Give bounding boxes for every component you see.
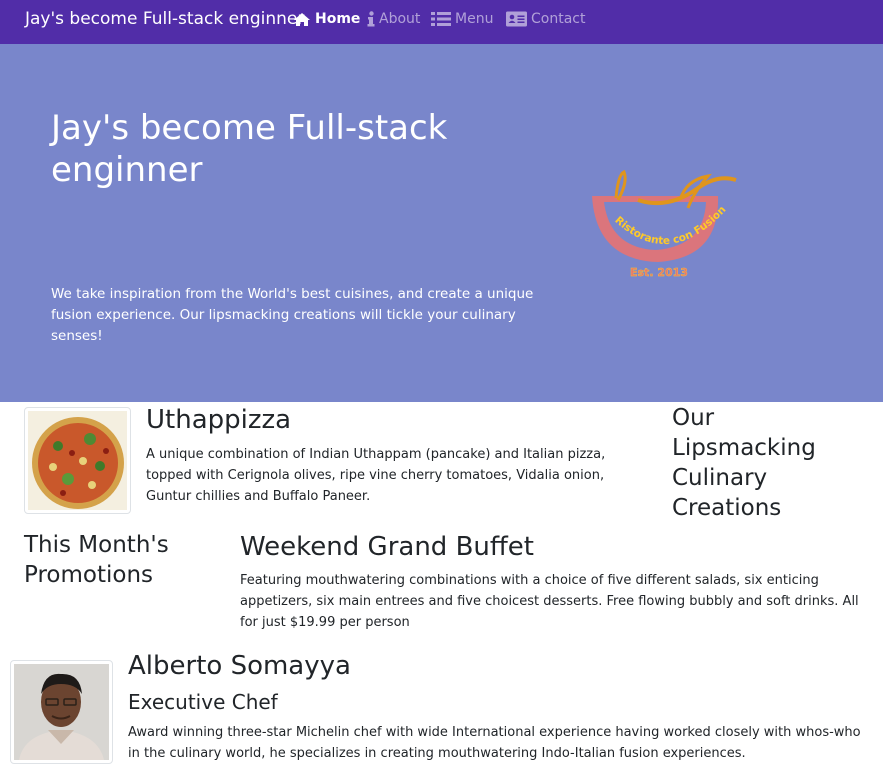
info-icon (367, 11, 375, 27)
leader-description: Award winning three-star Michelin chef w… (128, 725, 861, 761)
list-icon (431, 11, 451, 27)
promotion-section-heading: This Month's Promotions (24, 532, 169, 588)
nav-item-home[interactable]: Home (293, 11, 360, 27)
address-card-icon (506, 11, 527, 27)
restaurant-logo: Ristorante con Fusion Est. 2013 (588, 169, 740, 280)
pizza-icon (28, 411, 127, 510)
jumbotron-title: Jay's become Full-stack enginner (51, 108, 448, 190)
jumbotron-text: We take inspiration from the World's bes… (51, 286, 534, 344)
leader-designation: Executive Chef (128, 690, 278, 714)
nav-label-about: About (379, 11, 421, 27)
dish-name: Uthappizza (146, 405, 292, 435)
logo-est: Est. 2013 (630, 266, 688, 279)
leader-name: Alberto Somayya (128, 651, 351, 681)
nav-label-contact: Contact (531, 11, 586, 27)
navbar: Jay's become Full-stack enginner Home Ab… (0, 0, 883, 44)
nav-label-home: Home (315, 11, 361, 27)
promotion-description: Featuring mouthwatering combinations wit… (240, 573, 859, 630)
dish-description: A unique combination of Indian Uthappam … (146, 447, 606, 504)
jumbotron: Jay's become Full-stack enginner We take… (0, 44, 883, 402)
chef-avatar-icon (14, 664, 109, 760)
nav-item-menu[interactable]: Menu (431, 11, 493, 27)
leader-photo (10, 660, 113, 764)
dish-image (24, 407, 131, 514)
navbar-brand[interactable]: Jay's become Full-stack enginner (25, 9, 304, 29)
dish-section-heading: Our Lipsmacking Culinary Creations (672, 405, 816, 521)
promotion-name: Weekend Grand Buffet (240, 532, 534, 562)
nav-item-contact[interactable]: Contact (506, 11, 585, 27)
home-icon (293, 12, 311, 27)
nav-item-about[interactable]: About (367, 11, 420, 27)
nav-label-menu: Menu (455, 11, 494, 27)
